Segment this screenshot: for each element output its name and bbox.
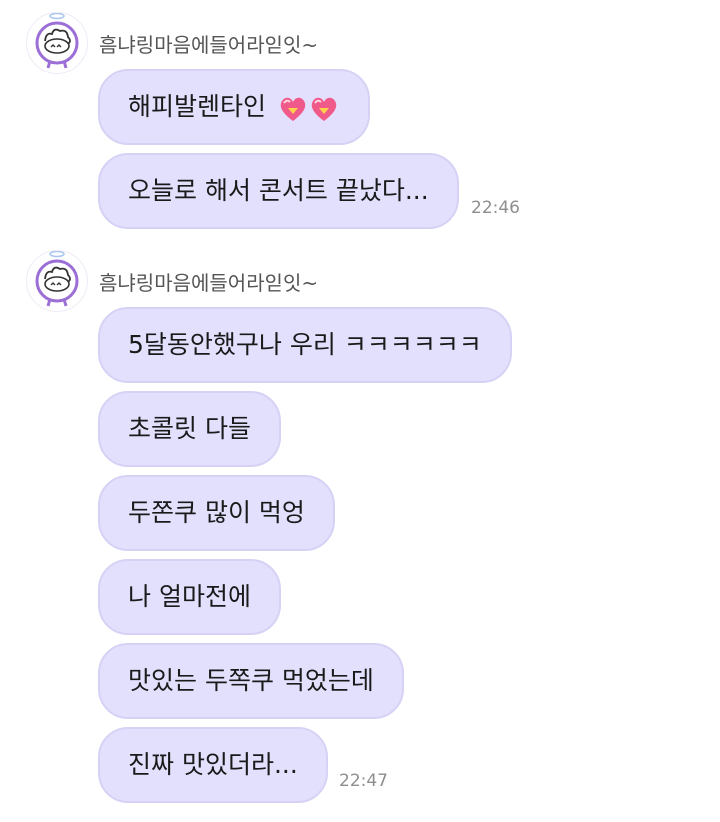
heart-emoji-icon: [278, 72, 340, 144]
message-text: 초콜릿 다들: [128, 414, 251, 443]
message-bubble[interactable]: 5달동안했구나 우리 ㅋㅋㅋㅋㅋㅋ: [98, 307, 512, 383]
message-bubble[interactable]: 초콜릿 다들: [98, 391, 281, 467]
message-bubble[interactable]: 맛있는 두쪽쿠 먹었는데: [98, 643, 404, 719]
message-text: 해피발렌타인: [128, 92, 267, 121]
message-bubble[interactable]: 나 얼마전에: [98, 559, 281, 635]
avatar[interactable]: [26, 12, 88, 74]
avatar-icon: [35, 13, 79, 69]
message-timestamp: 22:47: [339, 771, 388, 791]
message-bubble[interactable]: 해피발렌타인: [98, 69, 370, 145]
chat-view: 흠냐링마음에들어라읻잇~ 해피발렌타인 오늘로 해서 콘서트 끝났다... 22…: [0, 0, 720, 822]
message-text: 오늘로 해서 콘서트 끝났다...: [128, 176, 429, 205]
avatar-icon: [35, 251, 79, 307]
sender-name: 흠냐링마음에들어라읻잇~: [99, 33, 319, 57]
message-text: 맛있는 두쪽쿠 먹었는데: [128, 666, 374, 695]
message-text: 두쫀쿠 많이 먹엉: [128, 498, 305, 527]
message-bubble[interactable]: 진짜 맛있더라...: [98, 727, 328, 803]
message-text: 5달동안했구나 우리 ㅋㅋㅋㅋㅋㅋ: [128, 330, 482, 359]
avatar[interactable]: [26, 250, 88, 312]
message-text: 진짜 맛있더라...: [128, 750, 298, 779]
message-text: 나 얼마전에: [128, 582, 251, 611]
sender-name: 흠냐링마음에들어라읻잇~: [99, 271, 319, 295]
message-timestamp: 22:46: [471, 198, 520, 218]
message-bubble[interactable]: 두쫀쿠 많이 먹엉: [98, 475, 335, 551]
message-bubble[interactable]: 오늘로 해서 콘서트 끝났다...: [98, 153, 459, 229]
